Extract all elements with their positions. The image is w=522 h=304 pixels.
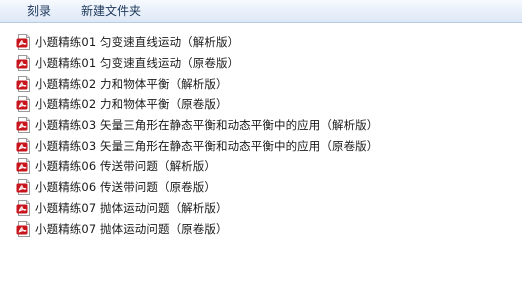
file-name: 小题精练06 传送带问题（原卷版） bbox=[35, 180, 216, 195]
file-item[interactable]: 小题精练07 抛体运动问题（解析版） bbox=[16, 198, 378, 219]
file-name: 小题精练03 矢量三角形在静态平衡和动态平衡中的应用（原卷版） bbox=[35, 138, 379, 153]
file-explorer-window: 刻录 新建文件夹 小题精练01 匀变速直线运动（解析版） 小题精练01 匀变速直… bbox=[0, 0, 522, 304]
file-name: 小题精练06 传送带问题（解析版） bbox=[35, 159, 216, 174]
file-item[interactable]: 小题精练02 力和物体平衡（解析版） bbox=[16, 73, 378, 94]
command-bar: 刻录 新建文件夹 bbox=[0, 0, 522, 23]
pdf-icon bbox=[16, 199, 30, 216]
pdf-icon bbox=[16, 55, 30, 72]
pdf-icon bbox=[16, 158, 30, 175]
new-folder-button[interactable]: 新建文件夹 bbox=[81, 3, 141, 19]
file-list: 小题精练01 匀变速直线运动（解析版） 小题精练01 匀变速直线运动（原卷版） bbox=[16, 32, 378, 239]
pdf-icon bbox=[16, 75, 30, 92]
file-item[interactable]: 小题精练06 传送带问题（原卷版） bbox=[16, 177, 378, 198]
file-item[interactable]: 小题精练03 矢量三角形在静态平衡和动态平衡中的应用（原卷版） bbox=[16, 135, 378, 156]
file-item[interactable]: 小题精练03 矢量三角形在静态平衡和动态平衡中的应用（解析版） bbox=[16, 115, 378, 136]
pdf-icon bbox=[16, 179, 30, 196]
file-item[interactable]: 小题精练02 力和物体平衡（原卷版） bbox=[16, 94, 378, 115]
burn-button[interactable]: 刻录 bbox=[27, 3, 51, 19]
file-name: 小题精练07 抛体运动问题（原卷版） bbox=[35, 221, 228, 236]
file-name: 小题精练07 抛体运动问题（解析版） bbox=[35, 200, 228, 215]
file-item[interactable]: 小题精练06 传送带问题（解析版） bbox=[16, 156, 378, 177]
file-name: 小题精练02 力和物体平衡（原卷版） bbox=[35, 97, 228, 112]
pdf-icon bbox=[16, 137, 30, 154]
file-name: 小题精练02 力和物体平衡（解析版） bbox=[35, 76, 228, 91]
pdf-icon bbox=[16, 34, 30, 51]
file-name: 小题精练03 矢量三角形在静态平衡和动态平衡中的应用（解析版） bbox=[35, 118, 379, 133]
pdf-icon bbox=[16, 220, 30, 237]
pdf-icon bbox=[16, 117, 30, 134]
file-list-pane: 小题精练01 匀变速直线运动（解析版） 小题精练01 匀变速直线运动（原卷版） bbox=[0, 24, 522, 304]
file-item[interactable]: 小题精练07 抛体运动问题（原卷版） bbox=[16, 218, 378, 239]
file-item[interactable]: 小题精练01 匀变速直线运动（原卷版） bbox=[16, 53, 378, 74]
file-name: 小题精练01 匀变速直线运动（原卷版） bbox=[35, 56, 240, 71]
file-item[interactable]: 小题精练01 匀变速直线运动（解析版） bbox=[16, 32, 378, 53]
file-name: 小题精练01 匀变速直线运动（解析版） bbox=[35, 35, 240, 50]
pdf-icon bbox=[16, 96, 30, 113]
